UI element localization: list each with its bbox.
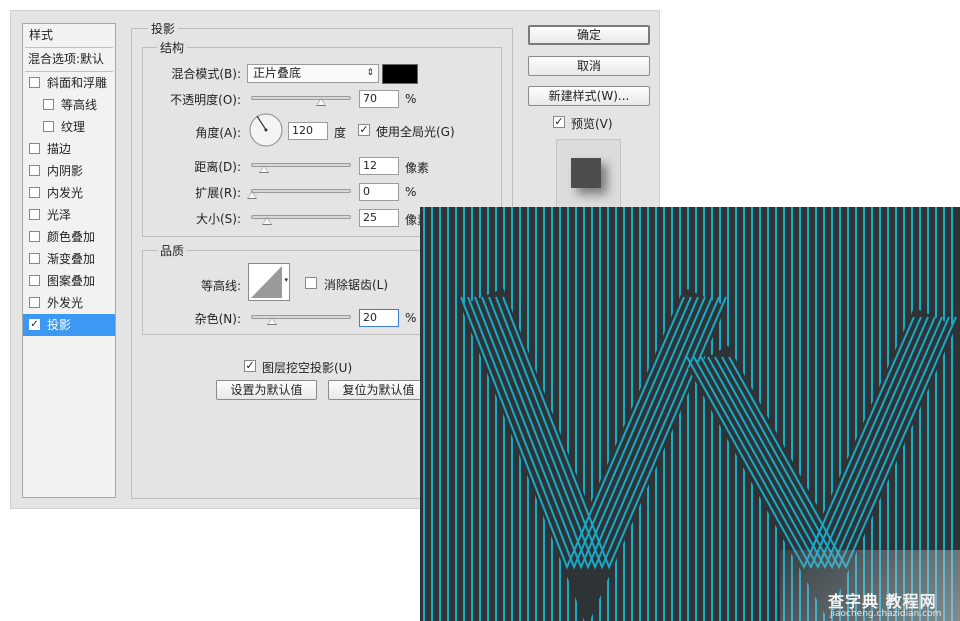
contour-picker[interactable]: ▾ xyxy=(248,263,290,301)
style-item[interactable]: 图案叠加 xyxy=(23,270,115,292)
global-light-checkbox[interactable]: ✓ xyxy=(358,124,370,136)
quality-title: 品质 xyxy=(157,242,188,259)
structure-title: 结构 xyxy=(157,39,188,56)
style-item-label: 颜色叠加 xyxy=(47,230,96,244)
contour-linear-icon xyxy=(251,266,282,298)
style-item-label: 纹理 xyxy=(61,120,86,134)
noise-slider[interactable] xyxy=(251,315,351,319)
style-item-label: 渐变叠加 xyxy=(47,252,96,266)
style-item-label: 等高线 xyxy=(61,98,98,112)
antialias-checkbox[interactable] xyxy=(305,277,317,289)
style-item[interactable]: ✓ 投影 xyxy=(23,314,115,336)
distance-unit: 像素 xyxy=(405,161,430,175)
reset-default-button[interactable]: 复位为默认值 xyxy=(328,380,429,400)
make-default-button[interactable]: 设置为默认值 xyxy=(216,380,317,400)
spread-unit: % xyxy=(405,185,417,199)
style-item-checkbox[interactable] xyxy=(29,297,40,308)
angle-label: 角度(A): xyxy=(195,126,241,140)
style-item-checkbox[interactable] xyxy=(43,121,54,132)
watermark-url: jiaocheng.chazidian.com xyxy=(830,609,942,619)
blend-mode-label: 混合模式(B): xyxy=(171,67,241,81)
blend-mode-value: 正片叠底 xyxy=(253,66,302,80)
style-item-checkbox[interactable] xyxy=(43,99,54,110)
style-item-label: 光泽 xyxy=(47,208,72,222)
style-item[interactable]: 内发光 xyxy=(23,182,115,204)
style-item[interactable]: 斜面和浮雕 xyxy=(23,72,115,94)
style-list-header[interactable]: 样式 xyxy=(23,24,115,46)
new-style-button[interactable]: 新建样式(W)... xyxy=(528,86,650,106)
blend-options-label: 混合选项:默认 xyxy=(28,52,105,66)
distance-label: 距离(D): xyxy=(194,160,241,174)
style-item[interactable]: 光泽 xyxy=(23,204,115,226)
size-label: 大小(S): xyxy=(195,212,241,226)
preview-thumbnail xyxy=(556,139,621,209)
knockout-checkbox[interactable]: ✓ xyxy=(244,360,256,372)
style-item-checkbox[interactable] xyxy=(29,187,40,198)
size-slider-thumb[interactable] xyxy=(262,217,272,225)
style-item-checkbox[interactable] xyxy=(29,253,40,264)
style-item[interactable]: 描边 xyxy=(23,138,115,160)
style-item-label: 投影 xyxy=(47,318,72,332)
contour-label: 等高线: xyxy=(200,279,241,293)
style-item[interactable]: 等高线 xyxy=(23,94,115,116)
opacity-slider-thumb[interactable] xyxy=(316,98,326,106)
preview-label: 预览(V) xyxy=(571,117,613,131)
preview-checkbox[interactable]: ✓ xyxy=(553,116,565,128)
style-item-label: 内发光 xyxy=(47,186,84,200)
ok-button[interactable]: 确定 xyxy=(528,25,650,45)
blend-options-item[interactable]: 混合选项:默认 xyxy=(23,48,115,70)
style-item-checkbox[interactable]: ✓ xyxy=(29,319,40,330)
style-item-checkbox[interactable] xyxy=(29,231,40,242)
noise-slider-thumb[interactable] xyxy=(267,317,277,325)
opacity-unit: % xyxy=(405,92,417,106)
style-item-checkbox[interactable] xyxy=(29,77,40,88)
style-item-checkbox[interactable] xyxy=(29,209,40,220)
opacity-slider[interactable] xyxy=(251,96,351,100)
style-item-label: 描边 xyxy=(47,142,72,156)
style-item-checkbox[interactable] xyxy=(29,143,40,154)
style-item-label: 内阴影 xyxy=(47,164,84,178)
angle-dial-icon[interactable] xyxy=(248,112,284,148)
style-item-checkbox[interactable] xyxy=(29,275,40,286)
style-list: 样式 混合选项:默认 斜面和浮雕等高线纹理描边内阴影内发光光泽颜色叠加渐变叠加图… xyxy=(22,23,116,498)
angle-unit: 度 xyxy=(334,126,347,140)
blend-mode-select[interactable]: 正片叠底 ⇕ xyxy=(247,64,379,83)
noise-unit: % xyxy=(405,311,417,325)
spread-slider[interactable] xyxy=(251,189,351,193)
style-item-checkbox[interactable] xyxy=(29,165,40,176)
distance-input[interactable]: 12 xyxy=(359,157,399,175)
drop-shadow-title: 投影 xyxy=(148,20,179,37)
style-item[interactable]: 渐变叠加 xyxy=(23,248,115,270)
style-item[interactable]: 颜色叠加 xyxy=(23,226,115,248)
style-item[interactable]: 纹理 xyxy=(23,116,115,138)
size-input[interactable]: 25 xyxy=(359,209,399,227)
global-light-label: 使用全局光(G) xyxy=(376,125,455,139)
opacity-label: 不透明度(O): xyxy=(170,93,241,107)
style-item-label: 斜面和浮雕 xyxy=(47,76,108,90)
style-item-label: 外发光 xyxy=(47,296,84,310)
opacity-input[interactable]: 70 xyxy=(359,90,399,108)
preview-square xyxy=(571,158,601,188)
spread-slider-thumb[interactable] xyxy=(247,191,257,199)
noise-label: 杂色(N): xyxy=(194,312,241,326)
style-item-label: 图案叠加 xyxy=(47,274,96,288)
distance-slider-thumb[interactable] xyxy=(259,165,269,173)
style-list-header-label: 样式 xyxy=(29,28,54,42)
shadow-color-swatch[interactable] xyxy=(382,64,418,84)
cancel-button[interactable]: 取消 xyxy=(528,56,650,76)
style-item[interactable]: 内阴影 xyxy=(23,160,115,182)
spread-input[interactable]: 0 xyxy=(359,183,399,201)
noise-input[interactable]: 20 xyxy=(359,309,399,327)
caret-down-icon: ▾ xyxy=(284,276,288,284)
angle-input[interactable]: 120 xyxy=(288,122,328,140)
chevron-updown-icon: ⇕ xyxy=(366,68,374,78)
knockout-label: 图层挖空投影(U) xyxy=(262,361,353,375)
antialias-label: 消除锯齿(L) xyxy=(324,278,389,292)
spread-label: 扩展(R): xyxy=(195,186,241,200)
style-item[interactable]: 外发光 xyxy=(23,292,115,314)
